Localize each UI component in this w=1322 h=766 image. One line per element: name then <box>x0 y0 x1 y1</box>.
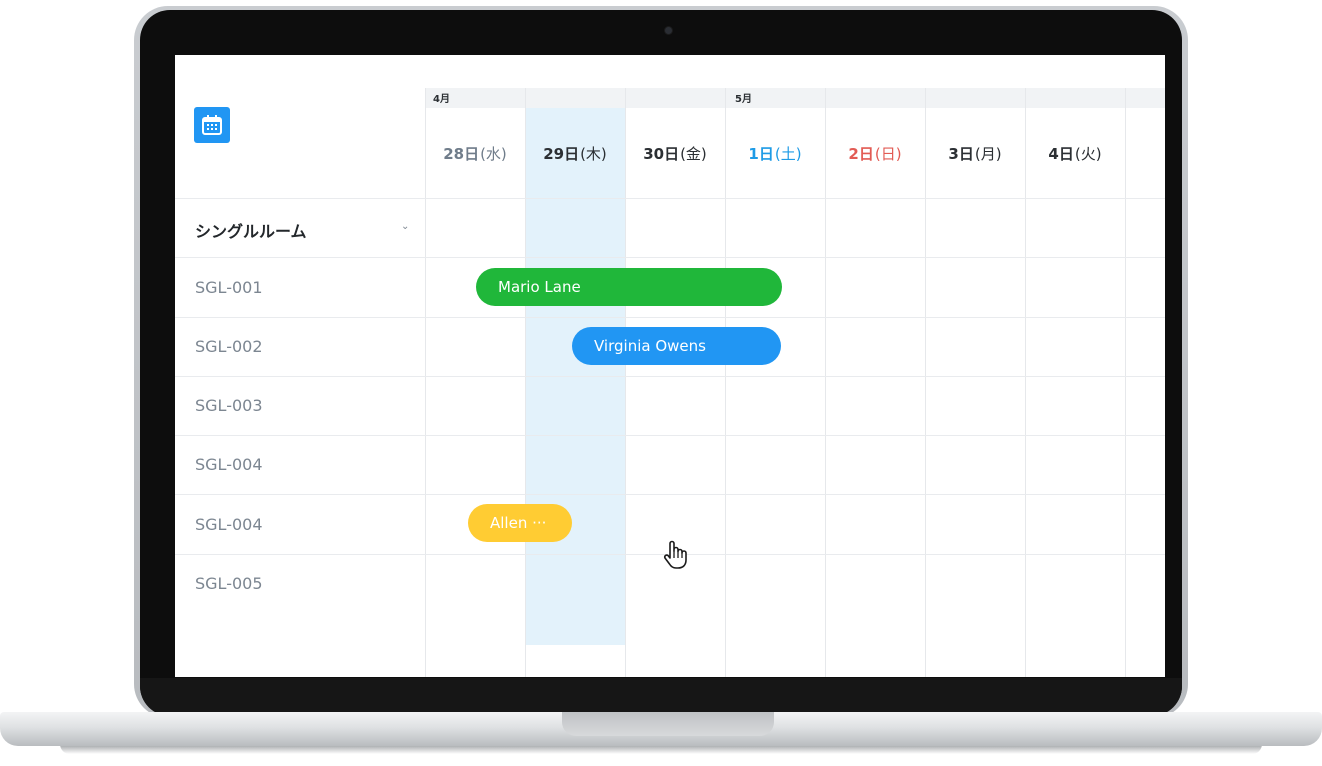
day-number: 30日 <box>643 144 680 163</box>
grid-row-line <box>175 494 1165 495</box>
weekday-label: (日) <box>874 144 902 163</box>
room-label: SGL-004 <box>195 515 263 534</box>
grid-row-line <box>175 257 1165 258</box>
weekday-label: (水) <box>480 144 507 163</box>
day-header-saturday[interactable]: 1日 (土) <box>725 108 825 198</box>
calendar-icon <box>202 115 222 135</box>
month-header-row <box>425 88 1165 108</box>
hand-pointer-icon <box>663 540 687 569</box>
day-header[interactable]: 30日 (金) <box>625 108 725 198</box>
room-label: SGL-001 <box>195 278 263 297</box>
laptop-bezel-chin <box>140 678 1182 716</box>
day-header-sunday[interactable]: 2日 (日) <box>825 108 925 198</box>
room-label: SGL-002 <box>195 337 263 356</box>
room-label: SGL-004 <box>195 455 263 474</box>
weekday-label: (土) <box>774 144 802 163</box>
grid-column-line <box>1125 88 1126 677</box>
grid-row-line <box>175 376 1165 377</box>
laptop-notch <box>562 712 774 736</box>
weekday-label: (月) <box>974 144 1002 163</box>
grid-row-line <box>175 435 1165 436</box>
chevron-down-icon[interactable]: ⌄ <box>401 221 409 232</box>
booking-bar[interactable]: Allen ··· <box>468 504 572 542</box>
day-number: 29日 <box>543 144 580 163</box>
booking-bar[interactable]: Mario Lane <box>476 268 782 306</box>
room-label: SGL-003 <box>195 396 263 415</box>
booking-calendar-app: 4月 5月 28日 (水) 29日 (木) 30日 (金) 1日 (土) 2日 … <box>175 55 1165 677</box>
grid-row-line <box>175 198 1165 199</box>
room-label: SGL-005 <box>195 574 263 593</box>
day-number: 4日 <box>1048 144 1074 163</box>
day-number: 2日 <box>848 144 874 163</box>
camera-icon <box>665 27 672 34</box>
day-number: 3日 <box>948 144 974 163</box>
day-header-today[interactable]: 29日 (木) <box>525 108 625 198</box>
day-header[interactable]: 4日 (火) <box>1025 108 1125 198</box>
calendar-button[interactable] <box>194 107 230 143</box>
month-label-may: 5月 <box>735 94 752 105</box>
day-header[interactable]: 28日 (水) <box>425 108 525 198</box>
grid-row-line <box>175 317 1165 318</box>
weekday-label: (金) <box>680 144 707 163</box>
day-number: 28日 <box>443 144 480 163</box>
weekday-label: (火) <box>1074 144 1102 163</box>
day-header[interactable]: 3日 (月) <box>925 108 1025 198</box>
room-group-title[interactable]: シングルルーム <box>195 218 307 242</box>
booking-bar[interactable]: Virginia Owens <box>572 327 781 365</box>
weekday-label: (木) <box>580 144 607 163</box>
month-label-april: 4月 <box>433 94 450 105</box>
day-number: 1日 <box>748 144 774 163</box>
